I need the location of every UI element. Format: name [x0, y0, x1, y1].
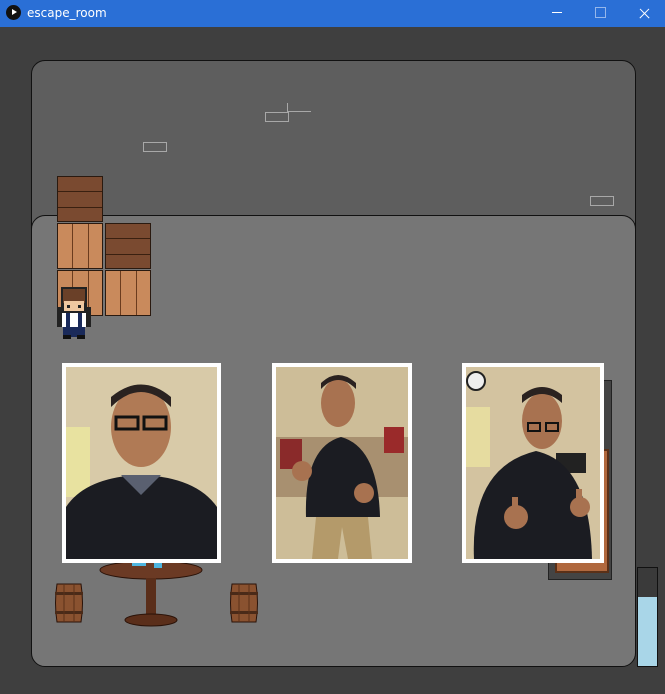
player-character[interactable] — [53, 285, 95, 341]
progress-meter — [637, 567, 658, 667]
play-icon — [6, 5, 21, 20]
round-table[interactable] — [98, 560, 204, 628]
crate[interactable] — [57, 223, 103, 269]
minimize-button[interactable] — [533, 0, 579, 27]
floor-tile-outline — [590, 196, 614, 206]
photo-boxing-pose[interactable] — [272, 363, 412, 563]
maximize-button[interactable] — [577, 0, 623, 27]
window-title: escape_room — [27, 6, 107, 20]
title-bar: escape_room — [0, 0, 665, 27]
meter-fill — [638, 597, 657, 666]
floor-tile-outline — [265, 112, 289, 122]
floor-tile-outline — [143, 142, 167, 152]
crate[interactable] — [57, 176, 103, 222]
photo-thumbs-up[interactable] — [462, 363, 604, 563]
wall-line — [287, 103, 288, 112]
wall-line — [287, 111, 311, 112]
crate[interactable] — [105, 223, 151, 269]
crate[interactable] — [105, 270, 151, 316]
photo-portrait[interactable] — [62, 363, 221, 563]
barrel[interactable] — [54, 582, 84, 624]
close-button[interactable] — [621, 0, 665, 27]
barrel[interactable] — [229, 582, 259, 624]
